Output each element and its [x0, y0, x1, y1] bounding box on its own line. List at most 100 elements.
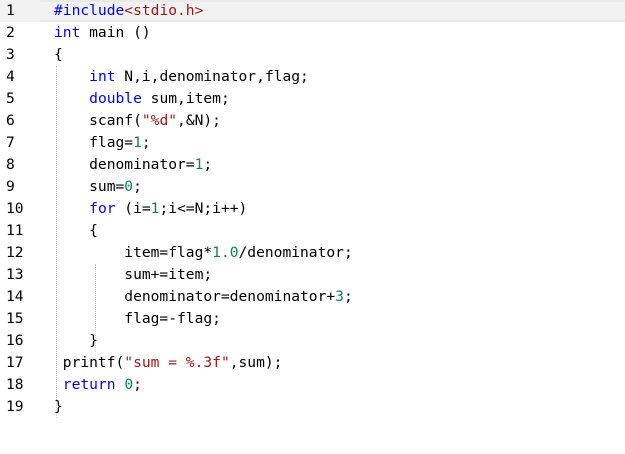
code-text: denominator=1;	[54, 154, 212, 176]
code-editor[interactable]: 1 #include<stdio.h> 2 int main () 3{4 int N,…	[0, 0, 625, 454]
code-text: denominator=denominator+3;	[54, 286, 353, 308]
code-token: 0	[124, 376, 134, 393]
code-token: int	[89, 68, 116, 85]
code-line[interactable]: 12 item=flag*1.0/denominator;	[0, 242, 625, 264]
code-token: return	[62, 376, 116, 393]
code-text: printf("sum = %.3f",sum);	[54, 352, 283, 374]
code-line[interactable]: 3{	[0, 44, 625, 66]
code-token: }	[54, 332, 98, 349]
code-token: ;	[203, 156, 213, 173]
code-token: "%d"	[141, 112, 178, 129]
code-line[interactable]: 19}	[0, 396, 625, 418]
code-line[interactable]: 16 }	[0, 330, 625, 352]
indent-guide	[56, 66, 57, 418]
code-token: (i=	[115, 200, 151, 217]
code-token: #include	[54, 2, 125, 19]
line-number: 9	[6, 178, 15, 195]
code-line[interactable]: 6 scanf("%d",&N);	[0, 110, 625, 132]
code-token: double	[89, 90, 142, 107]
code-token: sum=	[54, 178, 125, 195]
code-text: flag=1;	[54, 132, 151, 154]
code-line[interactable]: 1 #include<stdio.h>	[0, 0, 625, 22]
code-token: {	[54, 222, 98, 239]
code-text: }	[54, 330, 98, 352]
code-token: 1	[133, 134, 142, 151]
code-text: double sum,item;	[54, 88, 230, 110]
code-token: 1.0	[212, 244, 239, 261]
line-number: 14	[6, 288, 24, 305]
code-text: for (i=1;i<=N;i++)	[54, 198, 247, 220]
code-text: #include<stdio.h>	[54, 0, 203, 22]
code-text: scanf("%d",&N);	[54, 110, 221, 132]
code-line[interactable]: 14 denominator=denominator+3;	[0, 286, 625, 308]
code-token: {	[54, 46, 63, 63]
line-number: 17	[6, 354, 24, 371]
line-number: 3	[6, 46, 15, 63]
line-number: 19	[6, 398, 24, 415]
code-line[interactable]: 7 flag=1;	[0, 132, 625, 154]
line-number: 15	[6, 310, 24, 327]
code-text: {	[54, 220, 98, 242]
code-token: N,i,denominator,flag;	[115, 68, 309, 85]
code-token: flag=-flag;	[54, 310, 221, 327]
code-line[interactable]: 17 printf("sum = %.3f",sum);	[0, 352, 625, 374]
code-token: ;	[133, 376, 142, 393]
line-number: 16	[6, 332, 24, 349]
code-line[interactable]: 18 return 0;	[0, 374, 625, 396]
code-text: item=flag*1.0/denominator;	[54, 242, 353, 264]
code-token: ;	[133, 178, 142, 195]
code-line[interactable]: 5 double sum,item;	[0, 88, 625, 110]
code-text: int main ()	[54, 22, 151, 44]
code-token: for	[89, 200, 116, 217]
code-token: ,&N);	[177, 112, 221, 129]
code-token: <stdio.h>	[124, 2, 204, 19]
code-text: sum+=item;	[54, 264, 212, 286]
code-token: sum+=item;	[54, 266, 213, 283]
code-line[interactable]: 10 for (i=1;i<=N;i++)	[0, 198, 625, 220]
indent-guide	[95, 264, 96, 352]
code-token: denominator=	[54, 156, 195, 173]
code-text: {	[54, 44, 63, 66]
code-token: 3	[335, 288, 344, 305]
code-line[interactable]: 15 flag=-flag;	[0, 308, 625, 330]
code-line[interactable]: 9 sum=0;	[0, 176, 625, 198]
code-token: sum,item;	[141, 90, 230, 107]
code-token: denominator=denominator+	[54, 288, 336, 305]
code-token: ;	[141, 134, 151, 151]
code-token: ,sum);	[229, 354, 283, 371]
code-token: item=flag*	[54, 244, 213, 261]
code-token: /denominator;	[238, 244, 353, 261]
code-text: int N,i,denominator,flag;	[54, 66, 309, 88]
code-line[interactable]: 13 sum+=item;	[0, 264, 625, 286]
code-token: flag=	[54, 134, 134, 151]
code-line[interactable]: 4 int N,i,denominator,flag;	[0, 66, 625, 88]
line-number: 4	[6, 68, 15, 85]
line-number: 8	[6, 156, 15, 173]
line-number: 18	[6, 376, 24, 393]
code-line[interactable]: 8 denominator=1;	[0, 154, 625, 176]
line-number: 13	[6, 266, 24, 283]
line-number: 12	[6, 244, 24, 261]
line-number: 1	[6, 2, 15, 19]
line-number: 2	[6, 24, 15, 41]
code-line[interactable]: 2 int main ()	[0, 22, 625, 44]
line-number: 5	[6, 90, 15, 107]
code-token: ;i<=N;i++)	[159, 200, 248, 217]
code-text: sum=0;	[54, 176, 142, 198]
line-number: 7	[6, 134, 15, 151]
code-token: main ()	[80, 24, 151, 41]
code-token: ;	[343, 288, 353, 305]
line-number: 6	[6, 112, 15, 129]
code-token: scanf(	[54, 112, 142, 129]
code-text: return 0;	[54, 374, 142, 396]
code-text: flag=-flag;	[54, 308, 221, 330]
code-token: printf(	[54, 354, 125, 371]
code-token: int	[54, 24, 81, 41]
line-number: 11	[6, 222, 24, 239]
code-line[interactable]: 11 {	[0, 220, 625, 242]
code-token: "sum = %.3f"	[124, 354, 230, 371]
